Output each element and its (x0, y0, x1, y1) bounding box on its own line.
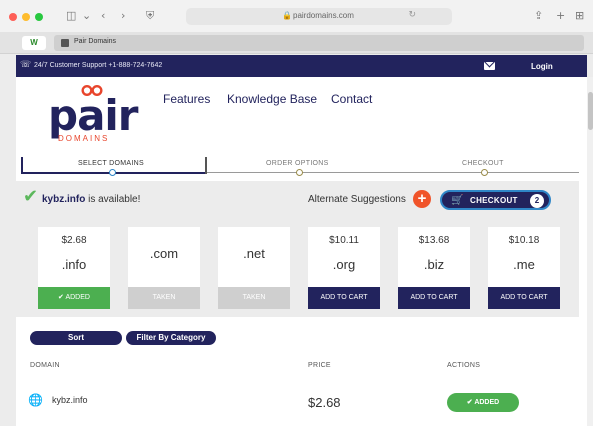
card-tld: .org (332, 257, 356, 272)
headset-icon: ☏ (20, 60, 32, 70)
added-button[interactable]: ✔ ADDED (38, 287, 110, 309)
table-row-price: $2.68 (308, 395, 341, 410)
reload-icon[interactable]: ↻ (408, 10, 416, 20)
card-price: $10.11 (329, 235, 359, 246)
domain-card-org: $10.11 .org ADD TO CART (308, 227, 380, 309)
favicon-icon (61, 39, 69, 47)
step-node-order (296, 169, 303, 176)
domain-card-biz: $13.68 .biz ADD TO CART (398, 227, 470, 309)
address-bar-url: pairdomains.com (293, 11, 354, 20)
nav-knowledge-base[interactable]: Knowledge Base (227, 92, 317, 106)
site-top-bar: ☏ 24/7 Customer Support +1-888-724-7642 … (16, 55, 587, 77)
step-order-options: ORDER OPTIONS (266, 160, 329, 167)
table-row-domain: kybz.info (52, 395, 88, 405)
logo-subtitle: DOMAINS (58, 134, 110, 143)
card-price: $2.68 (61, 235, 87, 246)
shopping-cart-icon: 🛒 (451, 195, 464, 206)
tab-strip: W Pair Domains (0, 32, 593, 54)
checkout-label: CHECKOUT (470, 196, 518, 205)
progress-step-marker (205, 157, 207, 174)
share-icon[interactable]: ⇪ (534, 9, 543, 23)
step-checkout: CHECKOUT (462, 160, 504, 167)
card-tld: .net (243, 246, 265, 261)
support-phone[interactable]: +1-888-724-7642 (108, 62, 162, 69)
pinned-tab[interactable]: W (22, 36, 46, 50)
card-price: $10.18 (508, 235, 540, 246)
browser-window: ◫ ⌄ ‹ › ⛨ 🔒 pairdomains.com ↻ ⇪ + ⊞ W Pa… (0, 0, 593, 426)
maximize-window-button[interactable] (35, 13, 43, 21)
login-link[interactable]: Login (531, 62, 553, 71)
address-bar[interactable]: 🔒 pairdomains.com ↻ (186, 8, 452, 25)
add-to-cart-button[interactable]: ADD TO CART (398, 287, 470, 309)
checkmark-icon: ✔ (23, 186, 39, 207)
page-content: pair DOMAINS Features Knowledge Base Con… (16, 77, 587, 426)
forward-arrow-icon[interactable]: › (121, 9, 125, 23)
card-tld: .com (149, 246, 179, 261)
tab-overview-icon[interactable]: ⊞ (575, 9, 584, 23)
chevron-down-icon[interactable]: ⌄ (82, 9, 91, 23)
domain-results-panel: ✔ kybz.info is available! Alternate Sugg… (16, 181, 579, 317)
domain-card-net: .net TAKEN (218, 227, 290, 309)
column-header-price: PRICE (308, 362, 331, 369)
alternate-suggestions-label: Alternate Suggestions (308, 194, 406, 205)
availability-message: kybz.info is available! (42, 194, 141, 205)
step-node-checkout (481, 169, 488, 176)
scrollbar-thumb[interactable] (588, 92, 593, 130)
plus-icon[interactable]: + (413, 190, 431, 208)
nav-features[interactable]: Features (163, 92, 210, 106)
new-tab-plus-icon[interactable]: + (556, 9, 565, 23)
domain-card-me: $10.18 .me ADD TO CART (488, 227, 560, 309)
column-header-actions: ACTIONS (447, 362, 481, 369)
minimize-window-button[interactable] (22, 13, 30, 21)
cart-count-badge: 2 (530, 194, 544, 208)
domain-card-info: $2.68 .info ✔ ADDED (38, 227, 110, 309)
table-row-added-button[interactable]: ✔ ADDED (447, 393, 519, 412)
add-to-cart-button[interactable]: ADD TO CART (488, 287, 560, 309)
logo-wordmark: pair (48, 91, 139, 140)
card-tld: .me (513, 257, 535, 272)
card-price: $13.68 (418, 235, 450, 246)
lock-icon: 🔒 (282, 11, 292, 20)
tab-title: Pair Domains (74, 38, 117, 45)
tab-pair-domains[interactable]: Pair Domains (54, 35, 584, 51)
sidebar-toggle-icon[interactable]: ◫ (66, 9, 76, 23)
globe-icon: 🌐 (28, 393, 43, 407)
shield-icon[interactable]: ⛨ (146, 9, 154, 23)
mail-icon[interactable] (484, 62, 495, 70)
nav-contact[interactable]: Contact (331, 92, 372, 106)
back-arrow-icon[interactable]: ‹ (101, 9, 105, 23)
pair-domains-logo[interactable]: pair DOMAINS (48, 84, 139, 143)
card-tld: .biz (423, 257, 445, 272)
add-to-cart-button[interactable]: ADD TO CART (308, 287, 380, 309)
domain-card-com: .com TAKEN (128, 227, 200, 309)
column-header-domain: DOMAIN (30, 362, 60, 369)
step-node-select (109, 169, 116, 176)
progress-start-marker (21, 157, 23, 174)
taken-label: TAKEN (218, 287, 290, 309)
close-window-button[interactable] (9, 13, 17, 21)
filter-by-category-button[interactable]: Filter By Category (126, 331, 216, 345)
checkout-button[interactable]: 🛒 CHECKOUT 2 (440, 190, 551, 210)
card-tld: .info (61, 257, 87, 272)
step-select-domains: SELECT DOMAINS (78, 160, 144, 167)
sort-button[interactable]: Sort (30, 331, 122, 345)
support-text[interactable]: 24/7 Customer Support +1-888-724-7642 (34, 62, 162, 69)
taken-label: TAKEN (128, 287, 200, 309)
browser-toolbar: ◫ ⌄ ‹ › ⛨ 🔒 pairdomains.com ↻ ⇪ + ⊞ (0, 0, 593, 32)
